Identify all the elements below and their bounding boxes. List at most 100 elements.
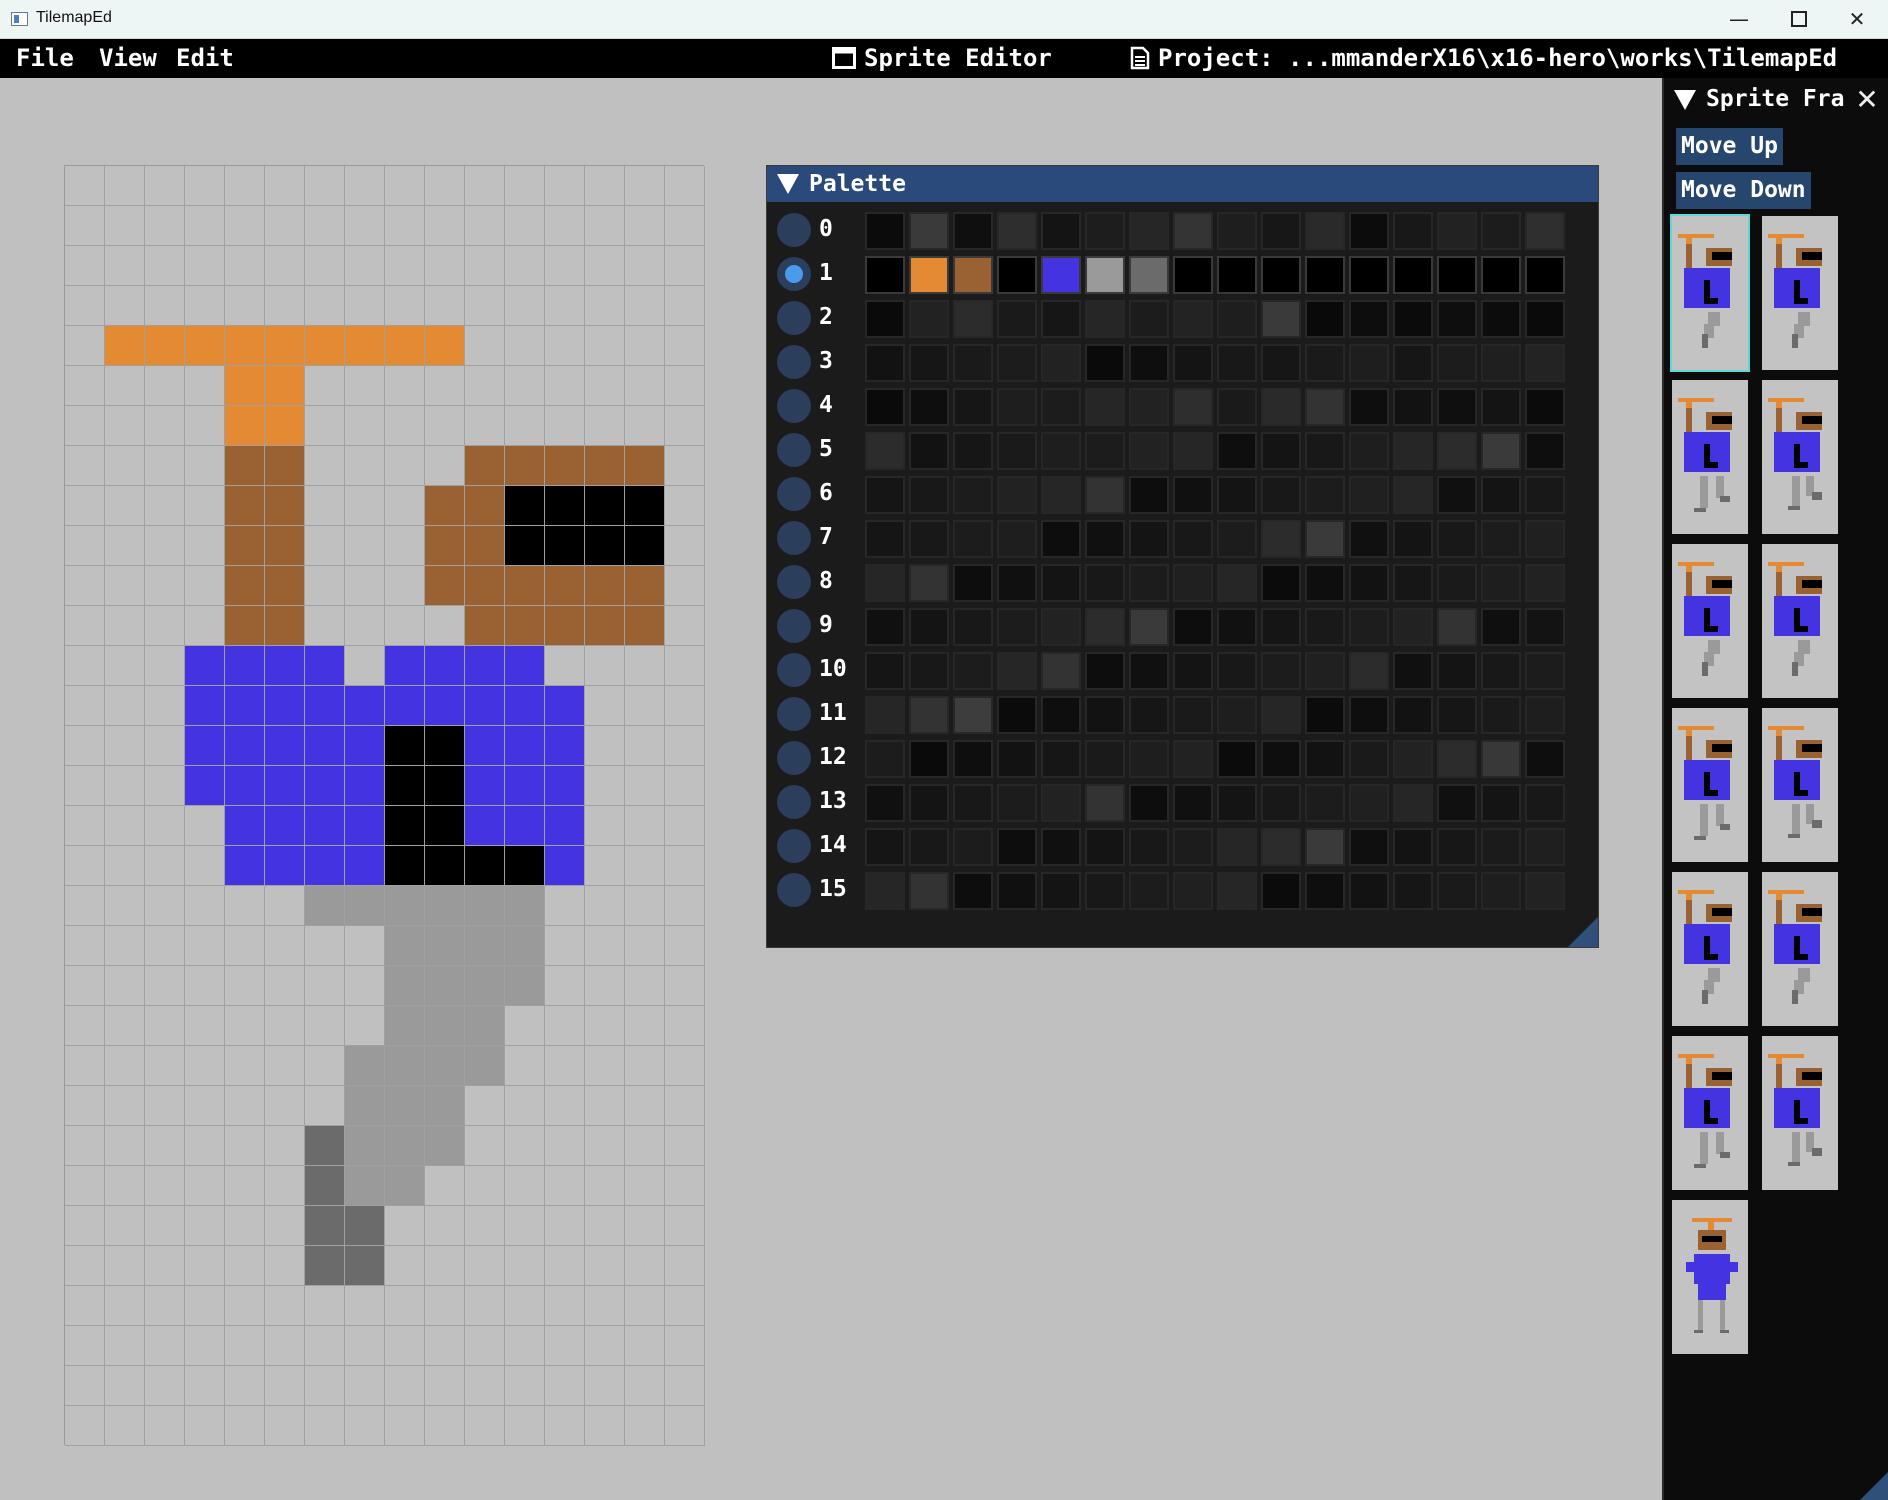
pixel-cell[interactable] bbox=[465, 286, 505, 326]
pixel-cell[interactable] bbox=[145, 1286, 185, 1326]
pixel-cell[interactable] bbox=[545, 446, 585, 486]
pixel-cell[interactable] bbox=[585, 1206, 625, 1246]
pixel-cell[interactable] bbox=[545, 686, 585, 726]
pixel-cell[interactable] bbox=[505, 966, 545, 1006]
pixel-cell[interactable] bbox=[545, 366, 585, 406]
palette-color-swatch[interactable] bbox=[1261, 828, 1301, 866]
palette-color-swatch[interactable] bbox=[1129, 784, 1169, 822]
palette-color-swatch[interactable] bbox=[1481, 344, 1521, 382]
pixel-cell[interactable] bbox=[585, 366, 625, 406]
palette-color-swatch[interactable] bbox=[909, 828, 949, 866]
pixel-cell[interactable] bbox=[585, 1286, 625, 1326]
pixel-cell[interactable] bbox=[265, 1166, 305, 1206]
pixel-cell[interactable] bbox=[65, 1166, 105, 1206]
pixel-cell[interactable] bbox=[105, 1126, 145, 1166]
palette-color-swatch[interactable] bbox=[1437, 520, 1477, 558]
pixel-cell[interactable] bbox=[345, 206, 385, 246]
pixel-cell[interactable] bbox=[265, 286, 305, 326]
palette-color-swatch[interactable] bbox=[1393, 784, 1433, 822]
palette-color-swatch[interactable] bbox=[1217, 520, 1257, 558]
pixel-cell[interactable] bbox=[305, 526, 345, 566]
pixel-cell[interactable] bbox=[465, 566, 505, 606]
palette-color-swatch[interactable] bbox=[909, 432, 949, 470]
pixel-cell[interactable] bbox=[585, 246, 625, 286]
palette-color-swatch[interactable] bbox=[1481, 564, 1521, 602]
pixel-cell[interactable] bbox=[625, 646, 665, 686]
pixel-cell[interactable] bbox=[345, 606, 385, 646]
pixel-cell[interactable] bbox=[545, 1166, 585, 1206]
palette-row-radio[interactable] bbox=[777, 301, 811, 335]
sprite-frame-thumbnail[interactable] bbox=[1670, 1034, 1750, 1192]
pixel-cell[interactable] bbox=[65, 846, 105, 886]
palette-color-swatch[interactable] bbox=[953, 300, 993, 338]
pixel-cell[interactable] bbox=[145, 646, 185, 686]
palette-color-swatch[interactable] bbox=[953, 872, 993, 910]
pixel-cell[interactable] bbox=[425, 806, 465, 846]
pixel-cell[interactable] bbox=[145, 1046, 185, 1086]
pixel-cell[interactable] bbox=[425, 726, 465, 766]
palette-color-swatch[interactable] bbox=[1041, 344, 1081, 382]
palette-color-swatch[interactable] bbox=[1305, 520, 1345, 558]
palette-color-swatch[interactable] bbox=[1261, 520, 1301, 558]
pixel-cell[interactable] bbox=[145, 286, 185, 326]
pixel-cell[interactable] bbox=[225, 766, 265, 806]
pixel-cell[interactable] bbox=[625, 486, 665, 526]
palette-color-swatch[interactable] bbox=[997, 520, 1037, 558]
pixel-cell[interactable] bbox=[665, 1286, 705, 1326]
pixel-cell[interactable] bbox=[145, 846, 185, 886]
pixel-cell[interactable] bbox=[65, 286, 105, 326]
palette-color-swatch[interactable] bbox=[953, 256, 993, 294]
pixel-cell[interactable] bbox=[305, 1206, 345, 1246]
pixel-cell[interactable] bbox=[585, 206, 625, 246]
pixel-cell[interactable] bbox=[225, 406, 265, 446]
pixel-cell[interactable] bbox=[105, 766, 145, 806]
pixel-cell[interactable] bbox=[65, 206, 105, 246]
pixel-cell[interactable] bbox=[185, 1326, 225, 1366]
pixel-cell[interactable] bbox=[665, 1126, 705, 1166]
pixel-cell[interactable] bbox=[105, 1046, 145, 1086]
pixel-cell[interactable] bbox=[465, 646, 505, 686]
pixel-cell[interactable] bbox=[105, 486, 145, 526]
close-window-button[interactable]: ✕ bbox=[1828, 0, 1886, 38]
pixel-cell[interactable] bbox=[345, 1046, 385, 1086]
pixel-cell[interactable] bbox=[305, 566, 345, 606]
pixel-cell[interactable] bbox=[465, 166, 505, 206]
pixel-cell[interactable] bbox=[465, 846, 505, 886]
palette-color-swatch[interactable] bbox=[1085, 300, 1125, 338]
pixel-cell[interactable] bbox=[585, 1246, 625, 1286]
palette-color-swatch[interactable] bbox=[1261, 388, 1301, 426]
pixel-cell[interactable] bbox=[665, 1006, 705, 1046]
pixel-cell[interactable] bbox=[585, 566, 625, 606]
palette-color-swatch[interactable] bbox=[953, 608, 993, 646]
palette-row-radio[interactable] bbox=[777, 433, 811, 467]
pixel-cell[interactable] bbox=[145, 766, 185, 806]
palette-color-swatch[interactable] bbox=[1349, 388, 1389, 426]
pixel-cell[interactable] bbox=[105, 806, 145, 846]
pixel-cell[interactable] bbox=[465, 1366, 505, 1406]
pixel-cell[interactable] bbox=[225, 1046, 265, 1086]
pixel-cell[interactable] bbox=[505, 846, 545, 886]
pixel-cell[interactable] bbox=[425, 486, 465, 526]
pixel-cell[interactable] bbox=[345, 686, 385, 726]
palette-color-swatch[interactable] bbox=[909, 608, 949, 646]
palette-color-swatch[interactable] bbox=[953, 212, 993, 250]
palette-color-swatch[interactable] bbox=[1481, 388, 1521, 426]
pixel-cell[interactable] bbox=[625, 1206, 665, 1246]
pixel-cell[interactable] bbox=[305, 926, 345, 966]
palette-color-swatch[interactable] bbox=[997, 828, 1037, 866]
palette-color-swatch[interactable] bbox=[1217, 344, 1257, 382]
pixel-cell[interactable] bbox=[225, 806, 265, 846]
pixel-cell[interactable] bbox=[545, 1126, 585, 1166]
palette-row-radio[interactable] bbox=[777, 609, 811, 643]
pixel-cell[interactable] bbox=[145, 1366, 185, 1406]
palette-row-radio[interactable] bbox=[777, 257, 811, 291]
pixel-cell[interactable] bbox=[585, 966, 625, 1006]
palette-color-swatch[interactable] bbox=[1129, 828, 1169, 866]
pixel-cell[interactable] bbox=[185, 646, 225, 686]
palette-color-swatch[interactable] bbox=[1217, 476, 1257, 514]
pixel-cell[interactable] bbox=[145, 406, 185, 446]
pixel-cell[interactable] bbox=[145, 486, 185, 526]
palette-color-swatch[interactable] bbox=[1481, 696, 1521, 734]
pixel-cell[interactable] bbox=[425, 1166, 465, 1206]
pixel-cell[interactable] bbox=[625, 166, 665, 206]
